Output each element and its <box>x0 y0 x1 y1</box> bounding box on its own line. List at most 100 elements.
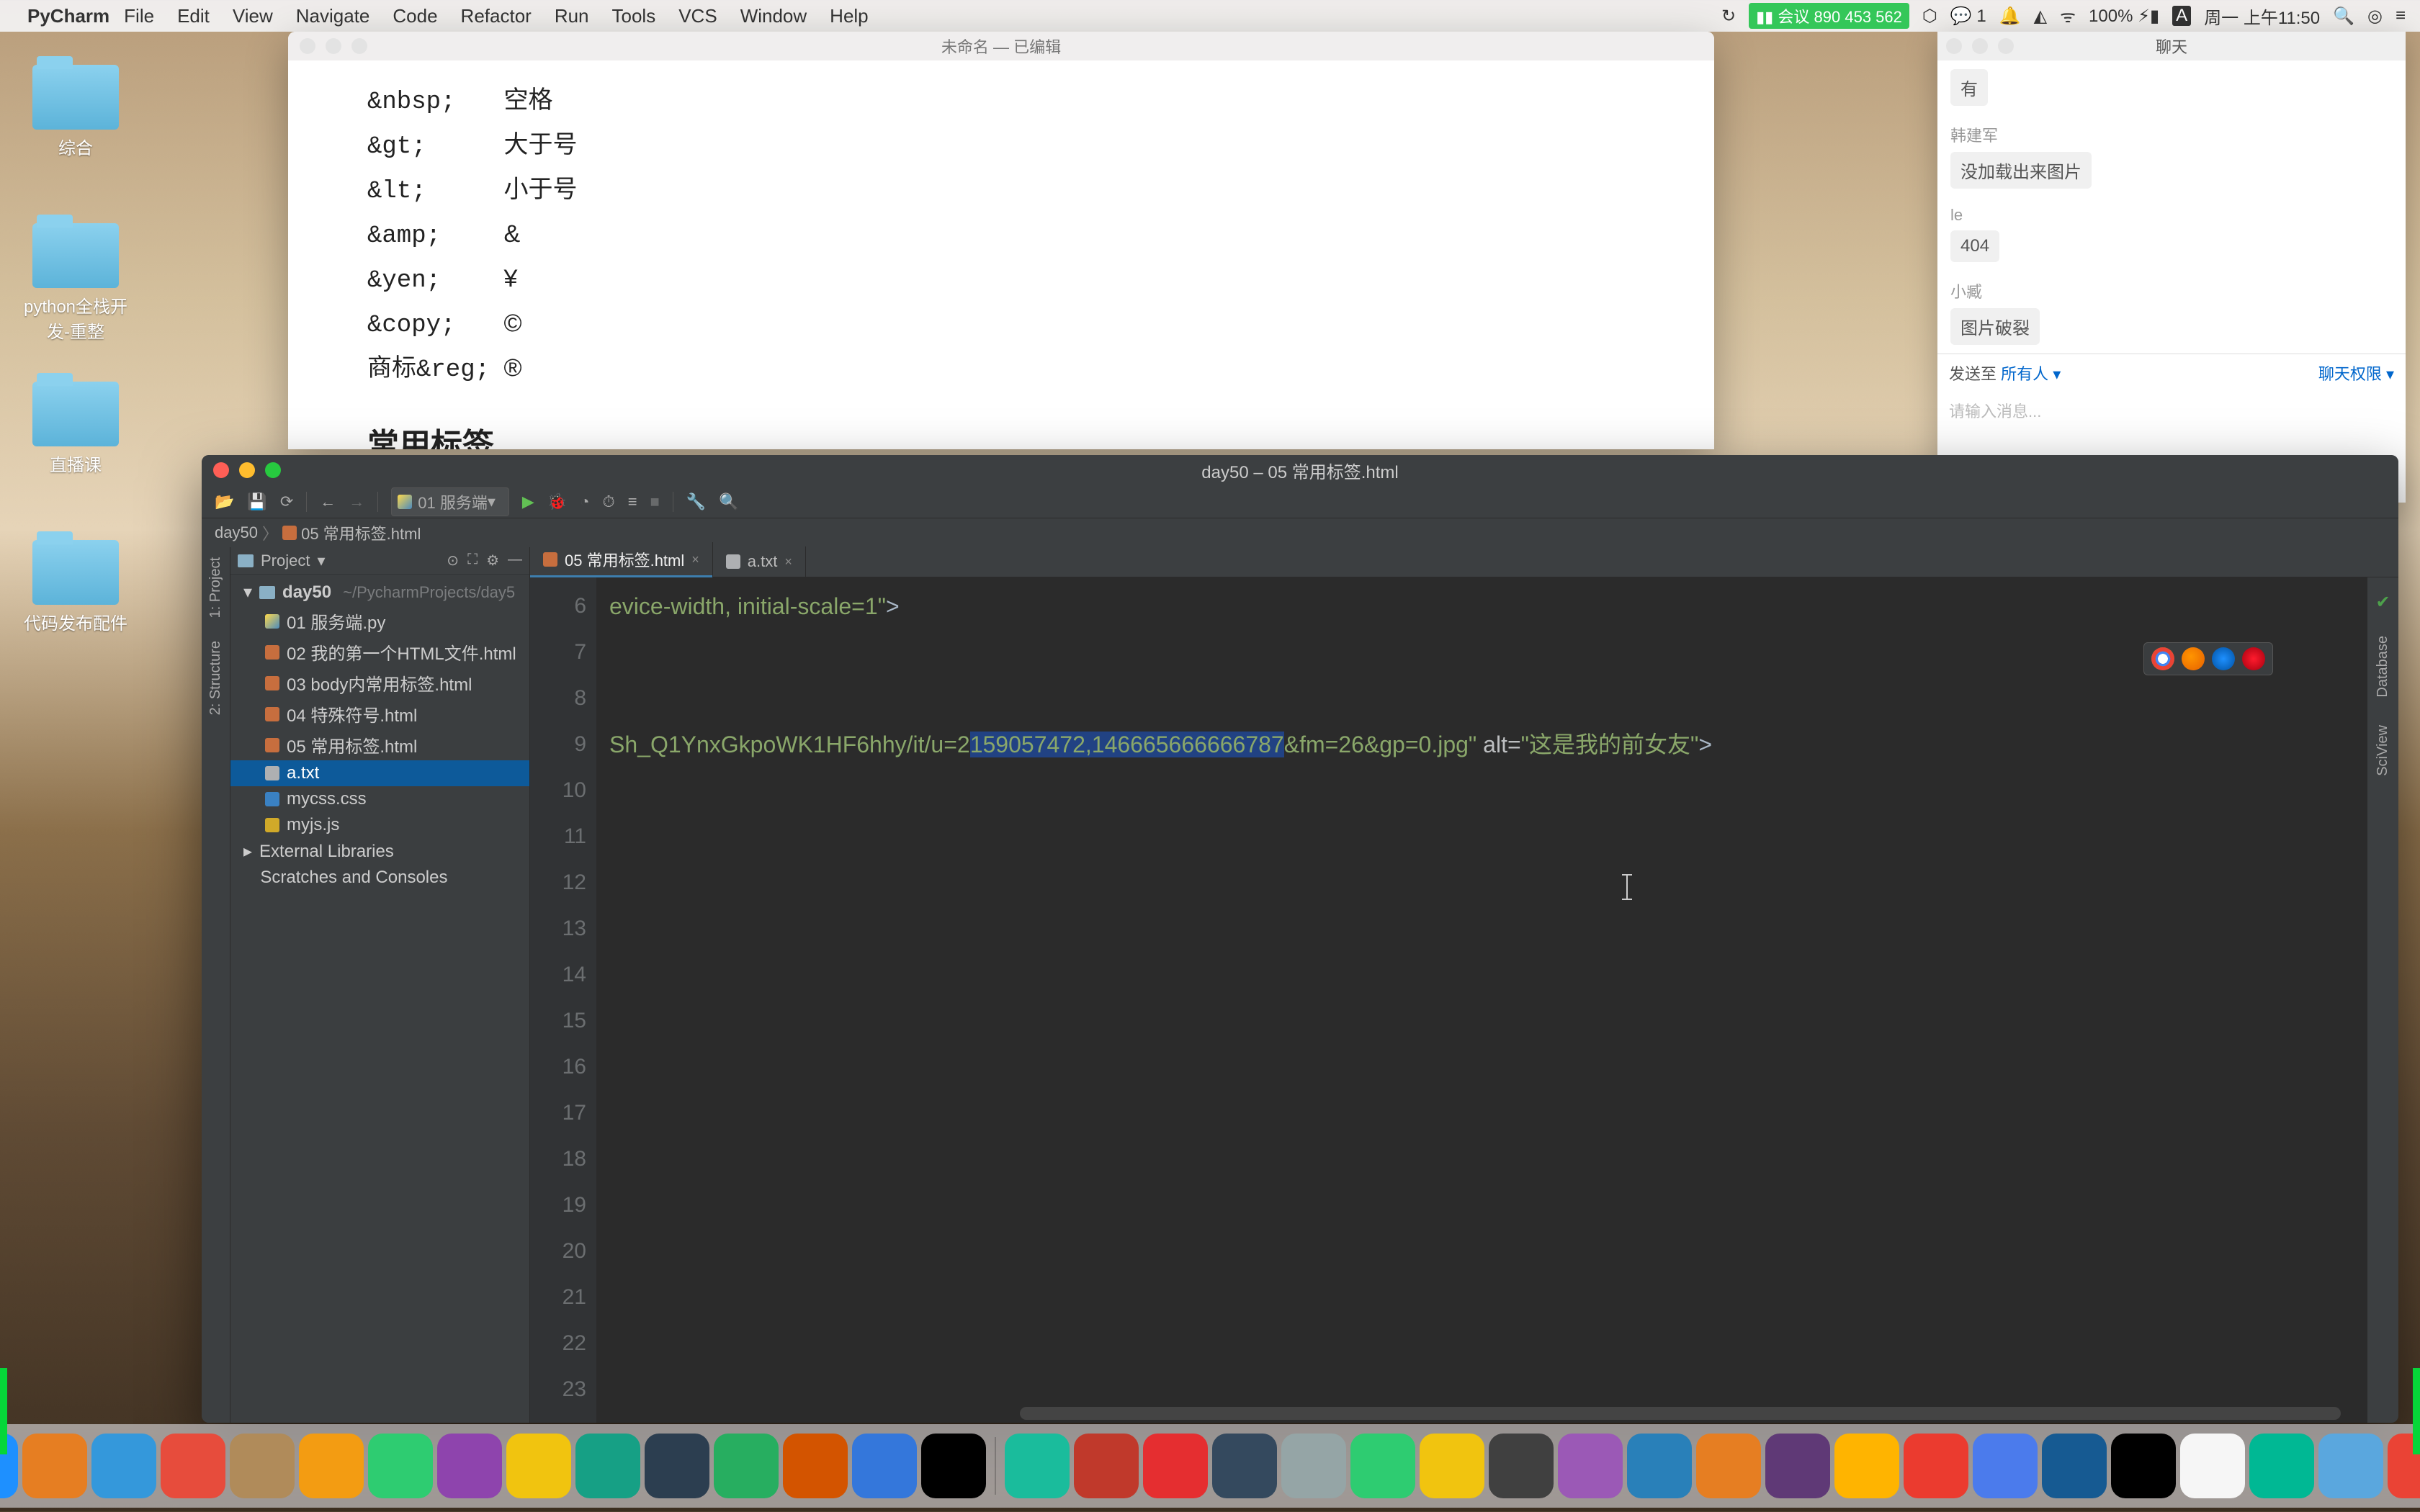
minimize-icon[interactable] <box>1972 38 1988 54</box>
expand-all-icon[interactable]: ⛶ <box>467 552 478 570</box>
dock-app-dingtalk[interactable] <box>1627 1434 1692 1498</box>
dock-app-wps[interactable] <box>1765 1434 1830 1498</box>
dock-app-postgres[interactable] <box>1904 1434 1968 1498</box>
dock-app-snip[interactable] <box>2180 1434 2245 1498</box>
dock-app-wechat-work[interactable] <box>575 1434 640 1498</box>
dock-app-mail[interactable] <box>91 1434 156 1498</box>
dock-app-messages[interactable] <box>368 1434 433 1498</box>
dock-app-podcast[interactable] <box>437 1434 502 1498</box>
chat-permission-link[interactable]: 聊天权限 ▾ <box>2318 361 2394 384</box>
editor[interactable]: 67891011121314151617181920212223 evice-w… <box>530 577 2398 1423</box>
close-icon[interactable] <box>300 38 315 54</box>
wrench-icon[interactable]: 🔧 <box>686 492 706 511</box>
gear-icon[interactable]: ⚙ <box>486 552 499 570</box>
breadcrumb-segment[interactable]: day50 <box>215 523 258 542</box>
bell-icon[interactable]: 🔔 <box>1999 6 2021 27</box>
project-tree[interactable]: ▾ day50~/PycharmProjects/day5 01 服务端.py0… <box>230 575 529 895</box>
preview-titlebar[interactable]: 未命名 — 已编辑 <box>288 32 1714 60</box>
dock-app-chrome[interactable] <box>2249 1434 2314 1498</box>
control-center-icon[interactable]: ◎ <box>2367 6 2383 27</box>
breadcrumb-segment[interactable]: 05 常用标签.html <box>301 521 421 544</box>
editor-tab[interactable]: a.txt× <box>713 546 806 577</box>
input-source-icon[interactable]: A <box>2172 6 2191 26</box>
wifi-icon[interactable]: ᯤ <box>2060 4 2076 28</box>
undo-icon[interactable]: ← <box>320 492 336 511</box>
dock-app-music[interactable] <box>1074 1434 1139 1498</box>
menu-view[interactable]: View <box>233 5 273 27</box>
stop-button[interactable]: ■ <box>650 492 660 511</box>
dock-app-thunder[interactable] <box>1696 1434 1761 1498</box>
chat-input[interactable]: 请输入消息... <box>1937 392 2406 429</box>
desktop-folder[interactable]: 代码发布配件 <box>14 540 137 634</box>
maximize-icon[interactable] <box>351 38 367 54</box>
dock-app-keynote[interactable] <box>783 1434 848 1498</box>
dock-app-notes[interactable] <box>506 1434 571 1498</box>
hexagon-icon[interactable]: ⬡ <box>1922 6 1937 27</box>
dock-app-map[interactable] <box>645 1434 709 1498</box>
battery-status[interactable]: 100% ⚡︎▮ <box>2089 6 2159 27</box>
search-icon[interactable]: 🔍 <box>719 492 738 511</box>
concurrency-icon[interactable]: ≡ <box>628 492 637 511</box>
wechat-status[interactable]: 💬 1 <box>1950 6 1986 27</box>
menu-file[interactable]: File <box>124 5 154 27</box>
dock-app-zoom[interactable] <box>2111 1434 2176 1498</box>
code-area[interactable]: evice-width, initial-scale=1"> Sh_Q1YnxG… <box>596 577 2367 1423</box>
tree-file[interactable]: a.txt <box>230 760 529 786</box>
sciview-tool-tab[interactable]: SciView <box>2375 721 2391 780</box>
firefox-icon[interactable] <box>2182 647 2205 670</box>
dock-app-vs[interactable] <box>1834 1434 1899 1498</box>
tree-scratches[interactable]: Scratches and Consoles <box>230 865 529 891</box>
dock-app-numbers[interactable] <box>714 1434 779 1498</box>
window-traffic-lights[interactable] <box>300 38 367 54</box>
tree-file[interactable]: myjs.js <box>230 812 529 838</box>
project-panel-title[interactable]: Project <box>261 552 310 570</box>
tree-file[interactable]: 02 我的第一个HTML文件.html <box>230 636 529 667</box>
menu-navigate[interactable]: Navigate <box>296 5 370 27</box>
tree-external-libs[interactable]: ▸ External Libraries <box>230 838 529 865</box>
project-tool-tab[interactable]: 1: Project <box>207 553 224 622</box>
tree-file[interactable]: 01 服务端.py <box>230 606 529 636</box>
menu-window[interactable]: Window <box>740 5 807 27</box>
database-tool-tab[interactable]: Database <box>2375 631 2391 702</box>
editor-tab[interactable]: 05 常用标签.html× <box>530 542 713 577</box>
menu-refactor[interactable]: Refactor <box>461 5 532 27</box>
coverage-icon[interactable]: ◔ <box>580 492 589 511</box>
sync-icon[interactable]: ↻ <box>1721 6 1736 27</box>
tree-file[interactable]: 05 常用标签.html <box>230 729 529 760</box>
inspection-ok-icon[interactable]: ✔ <box>2375 592 2390 613</box>
redo-icon[interactable]: → <box>349 492 364 511</box>
menu-vcs[interactable]: VCS <box>678 5 717 27</box>
safari-icon[interactable] <box>2212 647 2235 670</box>
opera-icon[interactable] <box>2242 647 2265 670</box>
dock-app-reminders[interactable] <box>299 1434 364 1498</box>
dock-app-wechat[interactable] <box>1420 1434 1484 1498</box>
desktop-folder[interactable]: 直播课 <box>14 382 137 476</box>
menu-code[interactable]: Code <box>393 5 437 27</box>
tree-root[interactable]: ▾ day50~/PycharmProjects/day5 <box>230 579 529 606</box>
horizontal-scrollbar[interactable] <box>1020 1407 2341 1420</box>
dock-app-drawio[interactable] <box>2318 1434 2383 1498</box>
open-icon[interactable]: 📂 <box>215 492 234 511</box>
hide-icon[interactable]: — <box>508 552 522 570</box>
dock-app-tencent[interactable] <box>1350 1434 1415 1498</box>
structure-tool-tab[interactable]: 2: Structure <box>207 636 224 719</box>
save-icon[interactable]: 💾 <box>247 492 266 511</box>
clock[interactable]: 周一 上午11:50 <box>2204 4 2320 29</box>
maximize-icon[interactable] <box>265 462 281 478</box>
dock-app-settings[interactable] <box>1281 1434 1346 1498</box>
dock-app-youku[interactable] <box>1143 1434 1208 1498</box>
chrome-icon[interactable] <box>2151 647 2174 670</box>
mountain-icon[interactable]: ◭ <box>2034 6 2047 27</box>
close-icon[interactable] <box>1946 38 1962 54</box>
menu-run[interactable]: Run <box>555 5 589 27</box>
minimize-icon[interactable] <box>326 38 341 54</box>
menu-help[interactable]: Help <box>830 5 868 27</box>
tree-file[interactable]: 04 特殊符号.html <box>230 698 529 729</box>
close-icon[interactable] <box>213 462 229 478</box>
dock-app-activity[interactable] <box>1005 1434 1070 1498</box>
dock-app-paper[interactable] <box>2042 1434 2107 1498</box>
pycharm-titlebar[interactable]: day50 – 05 常用标签.html <box>202 455 2398 485</box>
send-to-select[interactable]: 所有人 ▾ <box>2001 365 2061 383</box>
minimize-icon[interactable] <box>239 462 255 478</box>
reload-icon[interactable]: ⟳ <box>280 492 293 511</box>
